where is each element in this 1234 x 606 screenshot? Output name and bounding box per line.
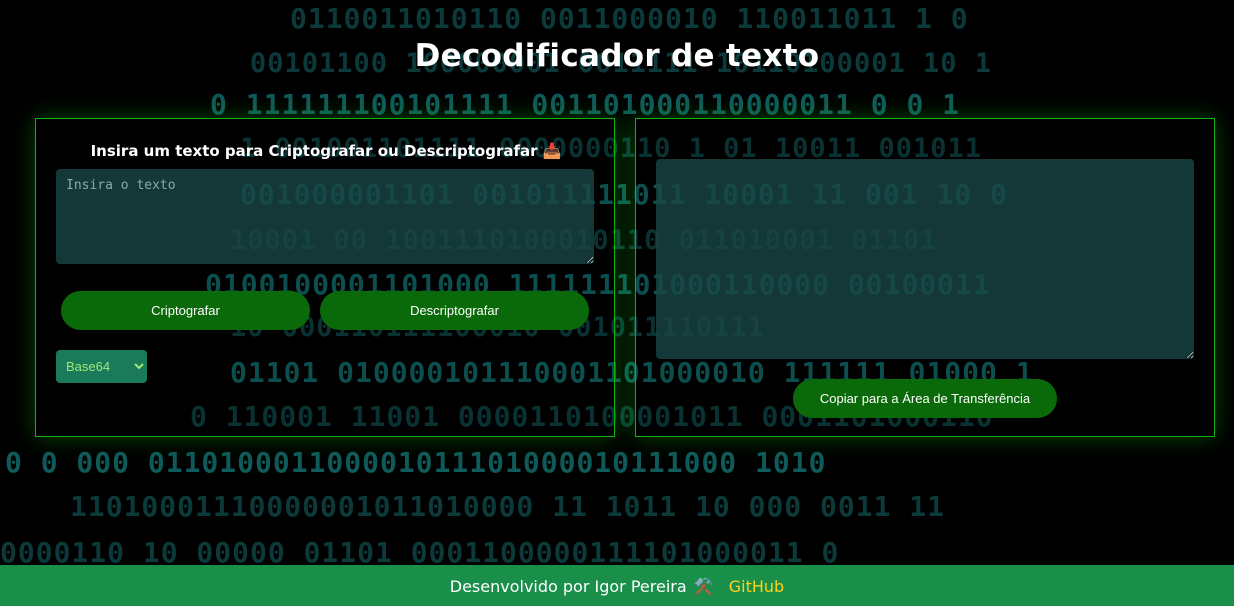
decrypt-button[interactable]: Descriptografar — [320, 291, 589, 330]
matrix-digits-row: 0 111111100101111 001101000110000011 0 0… — [210, 88, 961, 121]
footer-credit: Desenvolvido por Igor Pereira — [449, 577, 687, 596]
text-output[interactable] — [656, 159, 1194, 359]
text-input[interactable] — [56, 169, 594, 264]
input-panel-heading: Insira um texto para Criptografar ou Des… — [90, 142, 562, 160]
copy-to-clipboard-button[interactable]: Copiar para a Área de Transferência — [793, 379, 1057, 418]
hammer-and-wrench-icon: ⚒️ — [693, 577, 714, 596]
input-panel: Insira um texto para Criptografar ou Des… — [35, 118, 615, 437]
algorithm-select[interactable]: Base64 — [56, 350, 147, 383]
algorithm-select-wrap: Base64 — [56, 350, 147, 383]
github-link[interactable]: GitHub — [729, 577, 784, 596]
matrix-digits-row: 0 0 000 01101000110000101110100001011100… — [5, 446, 827, 479]
encrypt-button[interactable]: Criptografar — [61, 291, 310, 330]
output-panel: Copiar para a Área de Transferência — [635, 118, 1215, 437]
matrix-digits-row: 0110011010110 0011000010 110011011 1 0 — [290, 2, 969, 35]
footer: Desenvolvido por Igor Pereira ⚒️ GitHub — [0, 565, 1234, 606]
page-title: Decodificador de texto — [414, 38, 820, 74]
matrix-digits-row: 11010001110000001011010000 11 1011 10 00… — [70, 490, 946, 523]
